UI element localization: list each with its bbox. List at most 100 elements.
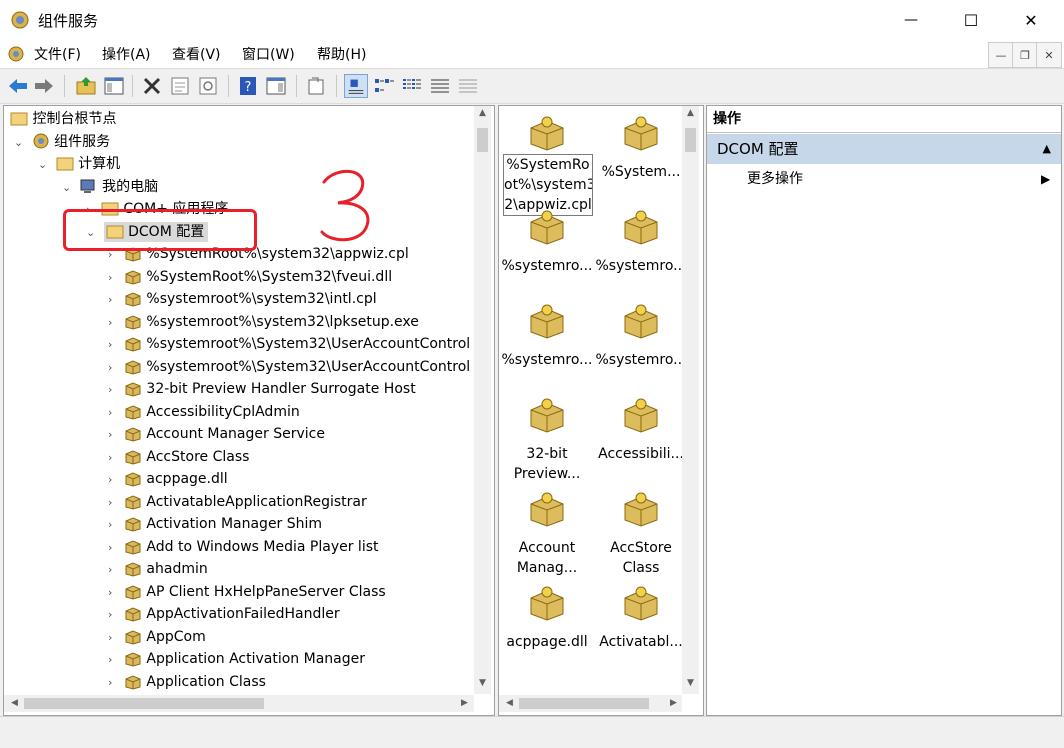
chevron-right-icon[interactable]: › xyxy=(108,406,112,419)
tree-dcom-item[interactable]: › Add to Windows Media Player list xyxy=(108,536,379,558)
icon-view-item[interactable]: %System... xyxy=(595,114,687,182)
tree-vertical-scrollbar[interactable]: ▲ ▼ xyxy=(474,106,491,694)
chevron-right-icon[interactable]: › xyxy=(108,541,112,554)
chevron-right-icon[interactable]: › xyxy=(108,338,112,351)
menu-window[interactable]: 窗口(W) xyxy=(242,44,295,64)
tree-root[interactable]: 控制台根节点 xyxy=(10,108,116,130)
refresh-icon[interactable] xyxy=(196,74,220,98)
result-vertical-scrollbar[interactable]: ▲ ▼ xyxy=(682,106,699,694)
menu-help[interactable]: 帮助(H) xyxy=(317,44,366,64)
scroll-up-icon[interactable]: ▲ xyxy=(682,108,699,118)
scroll-down-icon[interactable]: ▼ xyxy=(474,678,491,688)
icon-view-item[interactable]: %systemro... xyxy=(595,302,687,370)
scroll-right-icon[interactable]: ▶ xyxy=(665,698,682,708)
tree-component-services[interactable]: ⌄ 组件服务 xyxy=(14,131,110,153)
mdi-minimize-button[interactable]: — xyxy=(988,42,1014,68)
chevron-right-icon[interactable]: › xyxy=(108,451,112,464)
more-actions-item[interactable]: 更多操作 xyxy=(747,166,803,192)
tree-computers[interactable]: ⌄ 计算机 xyxy=(38,153,120,175)
show-hide-action-pane-icon[interactable] xyxy=(264,74,288,98)
result-hscroll-thumb[interactable] xyxy=(519,698,649,709)
icon-view-item[interactable]: acppage.dll xyxy=(501,584,593,652)
chevron-down-icon[interactable]: ⌄ xyxy=(38,158,47,171)
tree-dcom-item[interactable]: › AppActivationFailedHandler xyxy=(108,603,340,625)
large-icons-view-icon[interactable] xyxy=(344,74,368,98)
tree-vscroll-thumb[interactable] xyxy=(477,128,488,152)
icon-view-item[interactable]: Accessibili... xyxy=(595,396,687,464)
submenu-arrow-icon[interactable]: ▶ xyxy=(1041,172,1050,186)
chevron-right-icon[interactable]: › xyxy=(108,608,112,621)
tree-dcom-item[interactable]: › Application Class xyxy=(108,671,266,693)
tree-dcom-item[interactable]: › AccessibilityCplAdmin xyxy=(108,401,300,423)
export-list-icon[interactable] xyxy=(304,74,328,98)
tree-dcom-item[interactable]: › acppage.dll xyxy=(108,468,228,490)
close-button[interactable]: ✕ xyxy=(1008,0,1054,40)
up-folder-icon[interactable] xyxy=(74,74,98,98)
chevron-right-icon[interactable]: › xyxy=(108,653,112,666)
tree-dcom-item[interactable]: › Account Manager Service xyxy=(108,423,325,445)
menu-view[interactable]: 查看(V) xyxy=(172,44,221,64)
help-icon[interactable]: ? xyxy=(236,74,260,98)
mdi-close-button[interactable]: ✕ xyxy=(1036,42,1062,68)
forward-arrow-icon[interactable] xyxy=(32,74,56,98)
minimize-button[interactable]: — xyxy=(888,0,934,40)
tree-dcom-item[interactable]: › Application Activation Manager xyxy=(108,648,365,670)
list-view-icon[interactable] xyxy=(400,74,424,98)
icon-view-item[interactable]: %systemro... xyxy=(501,208,593,276)
scroll-left-icon[interactable]: ◀ xyxy=(6,698,23,708)
back-arrow-icon[interactable] xyxy=(6,74,30,98)
small-icons-view-icon[interactable] xyxy=(372,74,396,98)
chevron-right-icon[interactable]: › xyxy=(108,428,112,441)
icon-view-item[interactable]: AccStore Class xyxy=(595,490,687,578)
chevron-right-icon[interactable]: › xyxy=(108,496,112,509)
mdi-restore-button[interactable]: ❐ xyxy=(1012,42,1038,68)
actions-section-dcom[interactable]: DCOM 配置 ▲ xyxy=(707,134,1061,164)
tree-dcom-item[interactable]: › %systemroot%\System32\UserAccountContro… xyxy=(108,356,470,378)
chevron-right-icon[interactable]: › xyxy=(108,361,112,374)
chevron-down-icon[interactable]: ⌄ xyxy=(62,181,71,194)
chevron-right-icon[interactable]: › xyxy=(108,293,112,306)
scroll-down-icon[interactable]: ▼ xyxy=(682,678,699,688)
chevron-right-icon[interactable]: › xyxy=(108,271,112,284)
detail-view-icon[interactable] xyxy=(428,74,452,98)
chevron-right-icon[interactable]: › xyxy=(108,383,112,396)
tree-dcom-item[interactable]: › %SystemRoot%\System32\fveui.dll xyxy=(108,266,392,288)
scroll-right-icon[interactable]: ▶ xyxy=(456,698,473,708)
tree-dcom-item[interactable]: › 32-bit Preview Handler Surrogate Host xyxy=(108,378,416,400)
result-vscroll-thumb[interactable] xyxy=(685,128,696,152)
tree-my-computer[interactable]: ⌄ 我的电脑 xyxy=(62,176,158,198)
icon-view-item[interactable]: %systemro... xyxy=(501,302,593,370)
icon-view-item[interactable]: Account Manag... xyxy=(501,490,593,578)
toolbar-extra-icon[interactable] xyxy=(456,74,480,98)
system-menu-icon[interactable] xyxy=(6,44,26,64)
tree-dcom-item[interactable]: › ahadmin xyxy=(108,558,208,580)
tree-dcom-item[interactable]: › AP Client HxHelpPaneServer Class xyxy=(108,581,386,603)
tree-dcom-item[interactable]: › %systemroot%\system32\intl.cpl xyxy=(108,288,377,310)
result-horizontal-scrollbar[interactable]: ◀ ▶ xyxy=(499,695,682,712)
scroll-up-icon[interactable]: ▲ xyxy=(474,108,491,118)
maximize-button[interactable]: ☐ xyxy=(948,0,994,40)
icon-view-item[interactable]: Activatabl... xyxy=(595,584,687,652)
tree-dcom-item[interactable]: › %systemroot%\System32\UserAccountContro… xyxy=(108,333,470,355)
chevron-right-icon[interactable]: › xyxy=(108,563,112,576)
chevron-right-icon[interactable]: › xyxy=(108,586,112,599)
chevron-right-icon[interactable]: › xyxy=(108,631,112,644)
chevron-down-icon[interactable]: ⌄ xyxy=(14,136,23,149)
tree-dcom-item[interactable]: › Activation Manager Shim xyxy=(108,513,322,535)
tree-horizontal-scrollbar[interactable]: ◀ ▶ xyxy=(4,695,474,712)
tree-dcom-item[interactable]: › %systemroot%\system32\lpksetup.exe xyxy=(108,311,419,333)
show-hide-tree-icon[interactable] xyxy=(102,74,126,98)
icon-view-item[interactable]: %SystemRo ot%\system3 2\appwiz.cpl xyxy=(501,114,593,216)
menu-file[interactable]: 文件(F) xyxy=(34,44,81,64)
menu-action[interactable]: 操作(A) xyxy=(102,44,151,64)
chevron-right-icon[interactable]: › xyxy=(108,316,112,329)
tree-dcom-item[interactable]: › ActivatableApplicationRegistrar xyxy=(108,491,367,513)
tree-hscroll-thumb[interactable] xyxy=(24,698,264,709)
chevron-right-icon[interactable]: › xyxy=(108,676,112,689)
tree-dcom-item[interactable]: › AppCom xyxy=(108,626,206,648)
chevron-right-icon[interactable]: › xyxy=(108,518,112,531)
tree-dcom-item[interactable]: › AccStore Class xyxy=(108,446,249,468)
collapse-up-icon[interactable]: ▲ xyxy=(1043,134,1051,164)
icon-view-item[interactable]: 32-bit Preview... xyxy=(501,396,593,484)
properties-icon[interactable] xyxy=(168,74,192,98)
